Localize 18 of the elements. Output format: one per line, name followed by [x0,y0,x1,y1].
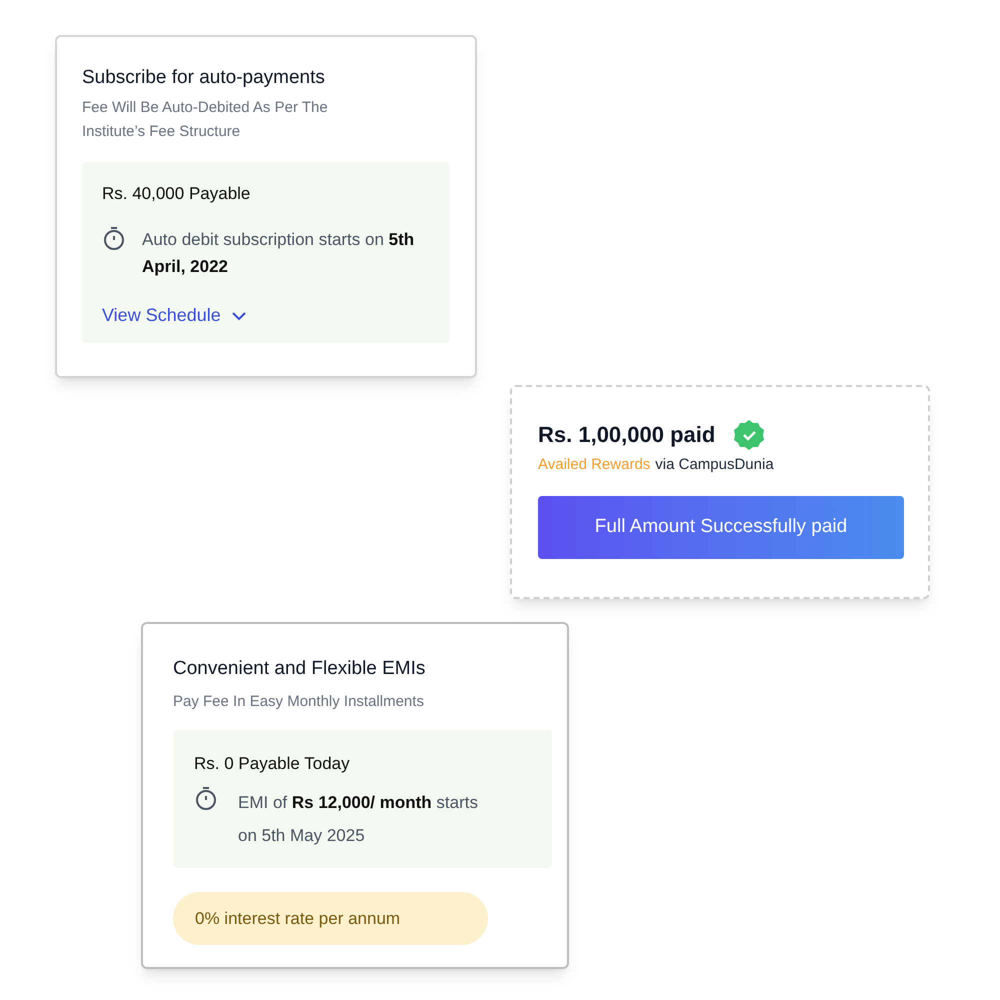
schedule-note: Auto debit subscription starts on 5th April, 2022 [142,229,416,278]
rewards-label: Availed Rewards [538,455,650,475]
card-title: Rs. 1,00,000 paid [538,421,716,449]
card-subtitle: Fee Will Be Auto-Debited As Per The Institute’s Fee Structure [82,98,329,142]
chevron-down-icon [230,310,247,320]
verified-badge-icon [733,419,766,451]
interest-badge: 0% interest rate per annum [173,892,488,945]
card-title: Convenient and Flexible EMIs [173,657,426,681]
status-button[interactable]: Full Amount Successfully paid [538,496,904,559]
card-title: Subscribe for auto-payments [82,66,326,90]
payable-amount: Rs. 0 Payable Today [194,753,351,775]
stopwatch-icon [102,226,126,252]
emi-note: EMI of Rs 12,000/ month starts on 5th May 2025 [238,792,479,847]
stopwatch-icon [194,786,218,812]
card-subtitle: Pay Fee In Easy Monthly Installments [173,692,425,712]
view-schedule-link[interactable]: View Schedule [102,302,247,329]
provider-label: via CampusDunia [655,455,774,475]
payable-amount: Rs. 40,000 Payable [102,183,252,205]
